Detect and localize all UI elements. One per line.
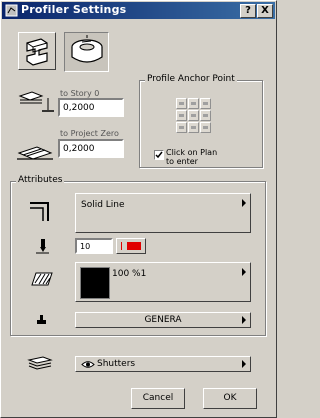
title-bar[interactable]: Profiler Settings ? X — [2, 2, 275, 19]
anchor-bottom-left-button[interactable] — [176, 122, 187, 133]
pen-color-button[interactable] — [116, 238, 146, 254]
material-popup[interactable]: GENERA — [75, 312, 251, 328]
anchor-top-left-button[interactable] — [176, 98, 187, 109]
anchor-bottom-center-button[interactable] — [188, 122, 199, 133]
click-on-plan-label-2: to enter — [166, 157, 198, 166]
pen-color-divider — [121, 242, 122, 250]
layer-value: Shutters — [97, 359, 136, 369]
line-type-icon — [30, 202, 49, 221]
anchor-top-right-button[interactable] — [200, 98, 211, 109]
checkmark-icon — [155, 151, 163, 159]
to-story-input[interactable] — [58, 98, 124, 117]
revolve-profile-icon — [71, 35, 103, 63]
anchor-point-title: Profile Anchor Point — [145, 74, 237, 84]
anchor-point-grid — [176, 98, 216, 138]
close-button[interactable]: X — [257, 4, 273, 18]
app-icon — [5, 4, 18, 17]
anchor-center-button[interactable] — [188, 110, 199, 121]
to-story-label: to Story 0 — [60, 89, 100, 98]
to-project-zero-input[interactable] — [58, 139, 124, 158]
ok-button[interactable]: OK — [203, 388, 257, 409]
popup-arrow-icon — [242, 199, 246, 207]
popup-arrow-icon — [242, 316, 246, 324]
pen-color-swatch — [127, 242, 141, 250]
eye-icon — [81, 361, 95, 368]
layer-icon — [27, 356, 53, 370]
line-type-value: Solid Line — [81, 200, 125, 210]
attributes-title: Attributes — [16, 175, 65, 185]
fill-pattern-popup[interactable]: 100 %1 — [75, 262, 251, 302]
profiler-settings-dialog: Profiler Settings ? X to Story 0 0,2000 … — [0, 0, 277, 418]
anchor-middle-left-button[interactable] — [176, 110, 187, 121]
click-on-plan-checkbox[interactable] — [154, 150, 164, 160]
anchor-top-center-button[interactable] — [188, 98, 199, 109]
pen-icon — [36, 239, 49, 254]
cancel-button[interactable]: Cancel — [131, 388, 185, 409]
anchor-bottom-right-button[interactable] — [200, 122, 211, 133]
anchor-middle-right-button[interactable] — [200, 110, 211, 121]
fill-pattern-value: 100 %1 — [112, 269, 147, 279]
project-zero-icon — [17, 146, 53, 160]
popup-arrow-icon — [242, 268, 246, 276]
help-button[interactable]: ? — [240, 4, 256, 18]
line-type-popup[interactable]: Solid Line — [75, 193, 251, 233]
extrude-mode-button[interactable] — [18, 32, 56, 70]
revolve-mode-button[interactable] — [64, 32, 109, 72]
extrude-profile-icon — [26, 38, 48, 66]
click-on-plan-label: Click on Plan — [166, 148, 218, 157]
material-icon — [37, 315, 46, 324]
popup-arrow-icon — [242, 360, 246, 368]
material-value: GENERA — [144, 315, 182, 325]
to-project-zero-label: to Project Zero — [60, 129, 119, 138]
layer-popup[interactable]: Shutters — [75, 356, 251, 372]
window-title: Profiler Settings — [21, 3, 127, 16]
pen-number-input[interactable] — [75, 238, 113, 254]
fill-color-swatch — [80, 267, 110, 299]
fill-icon — [31, 272, 53, 286]
story-offset-icon — [18, 91, 54, 112]
